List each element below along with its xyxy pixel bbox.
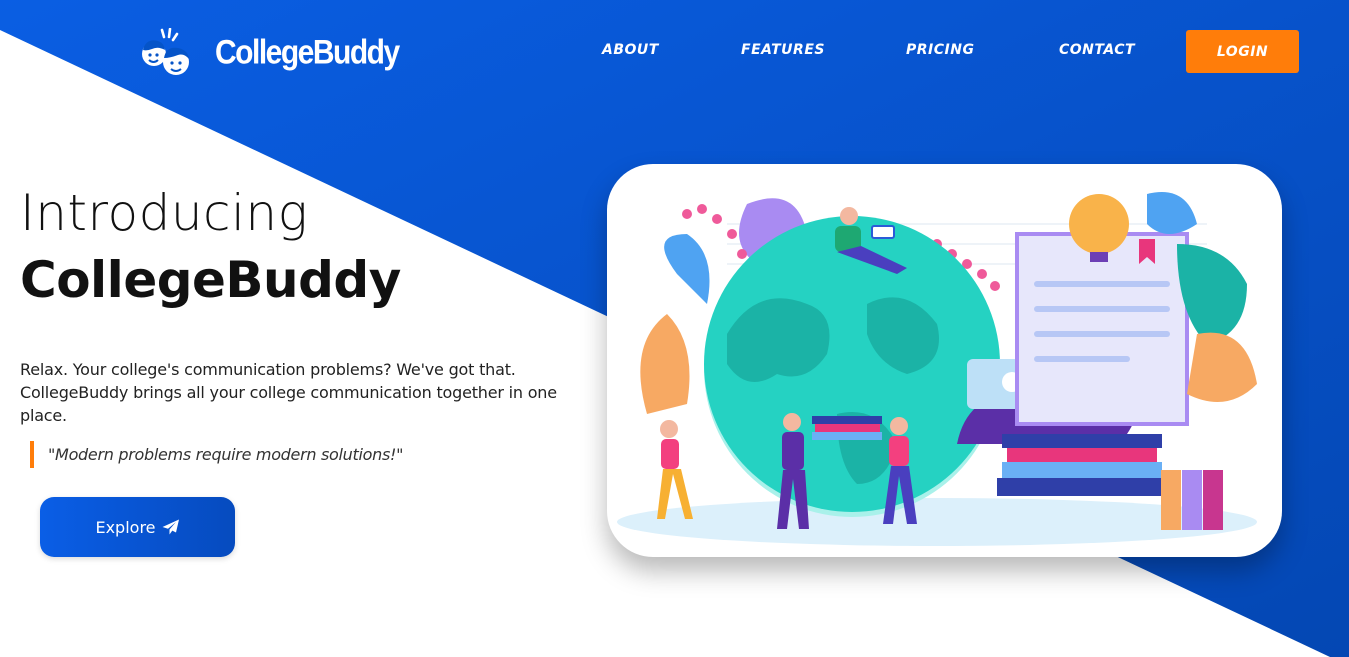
navbar: CollegeBuddy ABOUT FEATURES PRICING CONT… [0,0,1349,105]
nav-link-pricing[interactable]: PRICING [906,42,974,58]
brand-name: CollegeBuddy [215,33,400,72]
paper-plane-icon [162,519,179,535]
hero-illustration-card [607,164,1282,557]
login-button[interactable]: LOGIN [1186,30,1299,73]
hero-title-line1: Introducing [20,184,309,242]
nav-link-features[interactable]: FEATURES [741,42,825,58]
nav-link-contact[interactable]: CONTACT [1059,42,1135,58]
two-faces-icon [142,28,189,75]
hero-title: Introducing CollegeBuddy [20,180,401,314]
hero-description: Relax. Your college's communication prob… [20,360,557,425]
hero-title-line2: CollegeBuddy [20,251,401,309]
students-globe-illustration [617,192,1257,546]
explore-button-label: Explore [95,517,156,537]
nav-link-about[interactable]: ABOUT [602,42,659,58]
hero-quote: "Modern problems require modern solution… [30,441,403,468]
explore-button[interactable]: Explore [40,497,235,557]
brand[interactable]: CollegeBuddy [140,28,400,78]
